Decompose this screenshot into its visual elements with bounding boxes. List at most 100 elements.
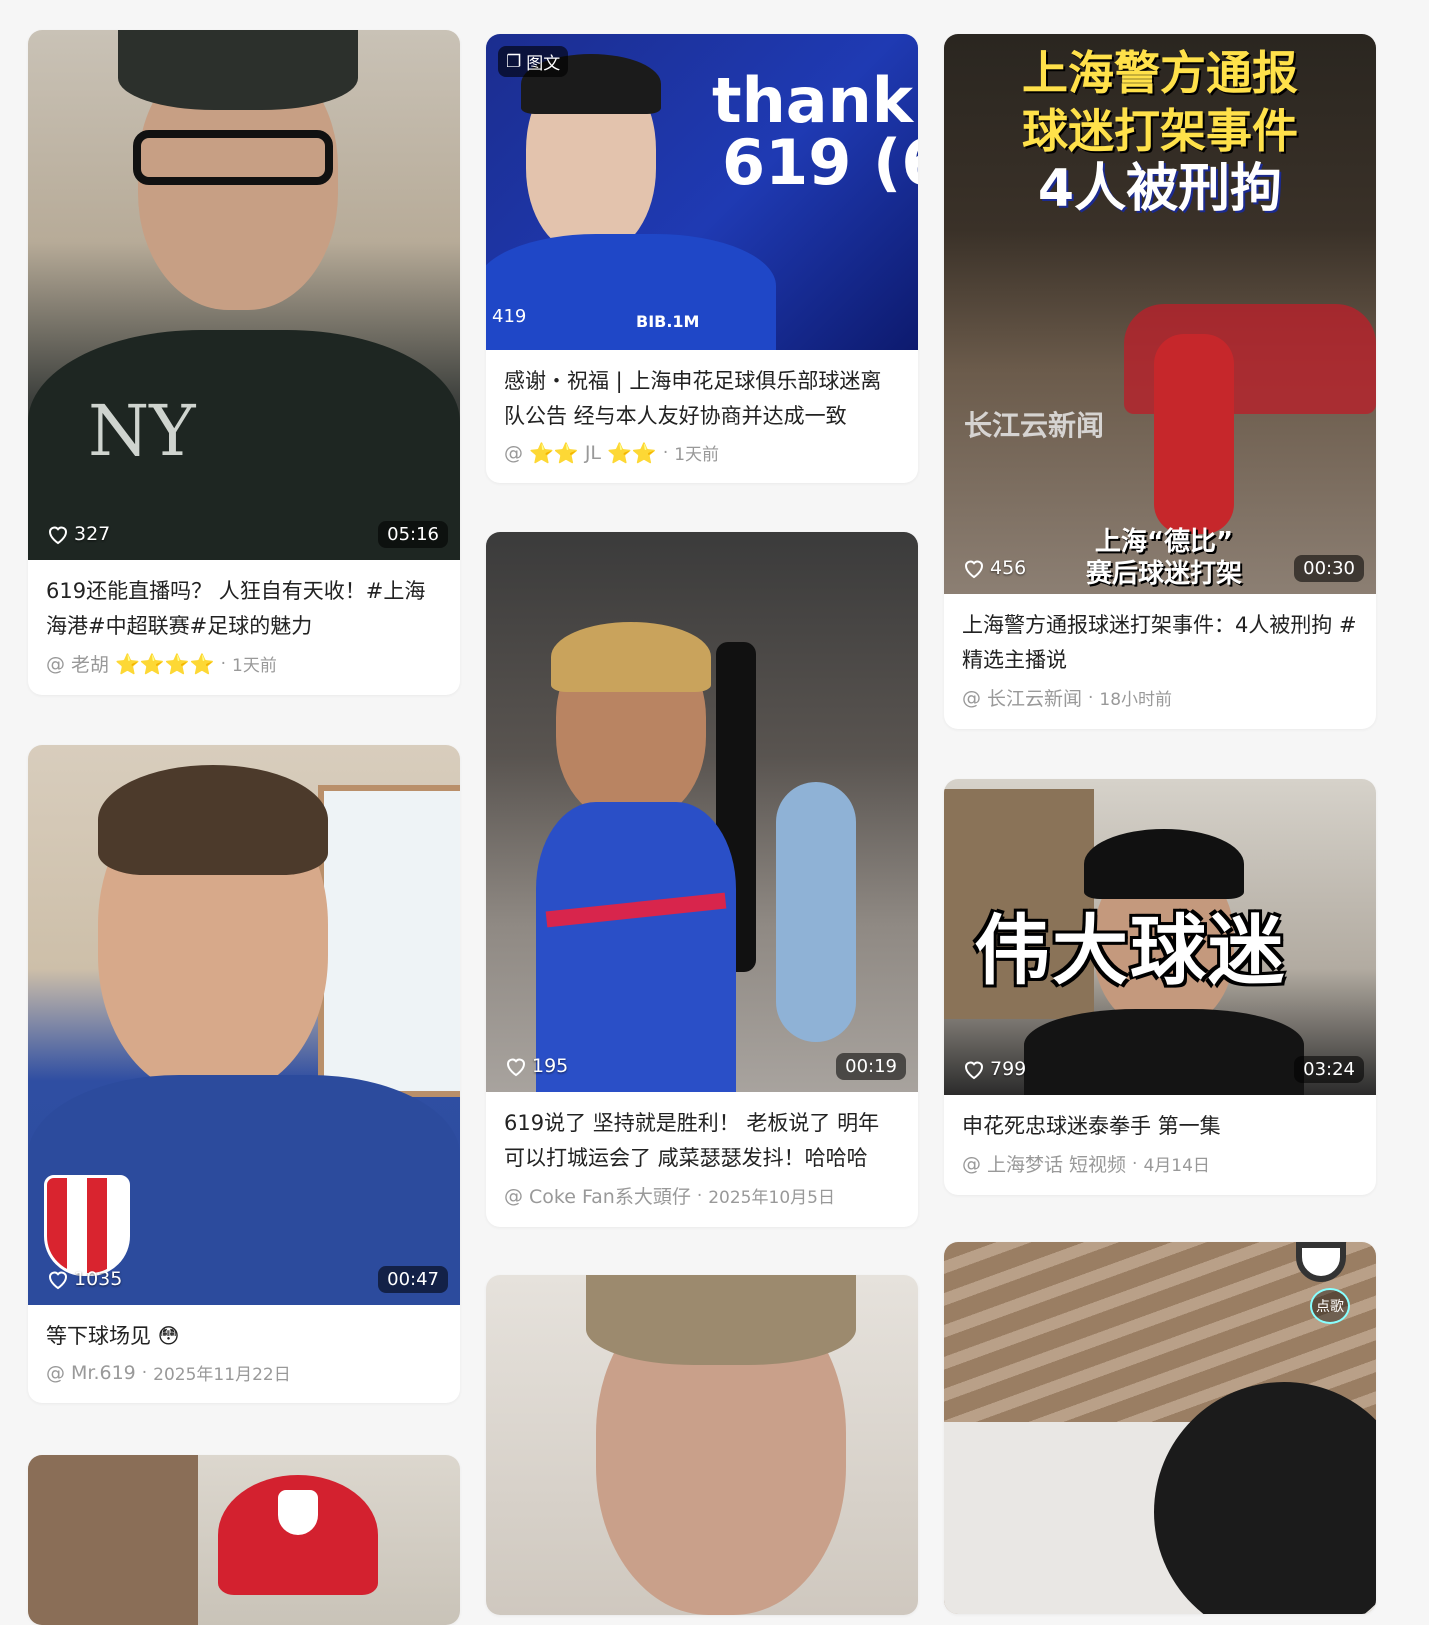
heart-icon [964,1061,984,1080]
record-button[interactable] [1296,1242,1346,1282]
like-count-text: 456 [990,557,1027,579]
club-badge: 419 [492,306,527,327]
shirt-text: BIB.1M [636,312,700,331]
person-head [1154,1382,1376,1614]
article-tag: ❐ 图文 [498,46,569,77]
video-thumbnail[interactable]: 伟大球迷 799 03:24 [944,779,1376,1095]
video-card[interactable] [28,1455,460,1625]
heart-icon [48,1271,68,1290]
hair-shape [586,1275,856,1365]
video-thumbnail[interactable]: 1035 00:47 [28,745,460,1305]
author-meta: @ Coke Fan系大頭仔 · 2025年10月5日 [504,1182,900,1209]
like-count: 195 [504,1054,568,1078]
video-card[interactable] [486,1275,918,1615]
star-emoji: ⭐⭐ [607,440,657,465]
dot-separator: · [1132,1153,1138,1174]
jacket-shape [486,234,776,350]
video-card[interactable]: 1035 00:47 等下球场见 😳 @ Mr.619 · 2025年11月22… [28,745,460,1403]
image-text-icon: ❐ [506,51,522,72]
post-time: 4月14日 [1143,1156,1210,1176]
video-thumbnail[interactable] [486,1275,918,1615]
like-count: 1035 [46,1267,122,1291]
video-card[interactable]: 点歌 [944,1242,1376,1614]
like-count: 456 [962,556,1026,580]
at-icon: @ [46,1361,65,1384]
heart-icon [506,1058,526,1077]
at-icon: @ [504,1184,523,1207]
dot-separator: · [696,1185,703,1206]
duration-badge: 00:19 [836,1053,906,1080]
like-count-text: 195 [532,1055,569,1077]
hair-shape [98,765,328,875]
at-icon: @ [504,441,523,464]
heart-icon [48,526,68,545]
ny-logo: NY [88,390,196,472]
at-icon: @ [962,686,981,709]
video-card[interactable]: 伟大球迷 799 03:24 申花死忠球迷泰拳手 第一集 @ 上海梦话 短视频 … [944,779,1376,1195]
cap-badge [278,1490,318,1535]
post-time: 2025年10月5日 [708,1188,835,1208]
video-title[interactable]: 等下球场见 😳 [46,1319,442,1354]
author-meta: @ ⭐⭐ JL ⭐⭐ · 1天前 [504,440,900,466]
video-card[interactable]: 上海警方通报 球迷打架事件 4人被刑拘 长江云新闻 上海“德比” 赛后球迷打架 … [944,34,1376,729]
duration-badge: 05:16 [378,521,448,548]
author-name[interactable]: 长江云新闻 [987,684,1082,711]
overlay-line-1: thank y [712,64,918,137]
video-card[interactable]: 195 00:19 619说了 坚持就是胜利！ 老板说了 明年可以打城运会了 咸… [486,532,918,1227]
like-count: 327 [46,522,110,546]
like-count: 799 [962,1057,1026,1081]
video-title[interactable]: 619说了 坚持就是胜利！ 老板说了 明年可以打城运会了 咸菜瑟瑟发抖！哈哈哈 [504,1106,900,1176]
video-thumbnail[interactable]: 点歌 [944,1242,1376,1614]
like-count-text: 1035 [74,1268,123,1290]
like-count-text: 799 [990,1058,1027,1080]
overlay-line-2: 619 (6- [722,126,918,199]
post-time: 1天前 [232,656,277,676]
video-card[interactable]: NY 327 05:16 619还能直播吗？ 人狂自有天收！#上海海港#中超联赛… [28,30,460,695]
heart-icon [964,560,984,579]
club-crest [44,1175,130,1276]
duration-badge: 00:47 [378,1266,448,1293]
video-thumbnail[interactable]: 195 00:19 [486,532,918,1092]
glasses-shape [133,130,333,185]
dot-separator: · [220,653,227,674]
duration-badge: 00:30 [1294,555,1364,582]
overlay-text: 伟大球迷 [974,906,1286,995]
article-title[interactable]: 感谢・祝福 | 上海申花足球俱乐部球迷离队公告 经与本人友好协商并达成一致 [504,364,900,434]
headline-text: 上海警方通报 球迷打架事件 4人被刑拘 [944,44,1376,218]
caption-line-1: 上海“德比” [1094,527,1234,557]
author-meta: @ Mr.619 · 2025年11月22日 [46,1360,442,1386]
dot-separator: · [662,442,669,463]
article-thumbnail[interactable]: thank y 619 (6- 419 BIB.1M ❐ 图文 [486,34,918,350]
video-thumbnail[interactable]: 上海警方通报 球迷打架事件 4人被刑拘 长江云新闻 上海“德比” 赛后球迷打架 … [944,34,1376,594]
author-name[interactable]: Coke Fan系大頭仔 [529,1182,691,1209]
dot-separator: · [141,1362,148,1383]
author-name[interactable]: JL [585,442,601,464]
video-title[interactable]: 619还能直播吗？ 人狂自有天收！#上海海港#中超联赛#足球的魅力 [46,574,442,644]
news-watermark: 长江云新闻 [964,409,1105,442]
author-name[interactable]: Mr.619 [71,1362,136,1384]
video-caption: 上海“德比” 赛后球迷打架 [1054,526,1274,590]
overlay-text: thank y 619 (6- [712,70,918,194]
at-icon: @ [46,652,65,675]
author-meta: @ 老胡 ⭐⭐⭐⭐ · 1天前 [46,650,442,677]
like-count-text: 327 [74,523,111,545]
headline-line-2: 球迷打架事件 [1022,104,1298,158]
at-icon: @ [962,1152,981,1175]
cap-shape [118,30,358,110]
shirt-shape [1024,1009,1304,1095]
article-card[interactable]: thank y 619 (6- 419 BIB.1M ❐ 图文 感谢・祝福 | … [486,34,918,483]
author-name[interactable]: 上海梦话 短视频 [987,1150,1126,1177]
post-time: 2025年11月22日 [153,1365,291,1385]
headline-line-1: 上海警方通报 [1022,46,1298,100]
author-meta: @ 长江云新闻 · 18小时前 [962,684,1358,711]
jersey-shape [536,802,736,1092]
video-title[interactable]: 上海警方通报球迷打架事件：4人被刑拘 #精选主播说 [962,608,1358,678]
video-thumbnail[interactable]: NY 327 05:16 [28,30,460,560]
video-thumbnail[interactable] [28,1455,460,1625]
post-time: 1天前 [674,445,720,465]
author-name[interactable]: 老胡 [71,650,109,677]
headline-line-3: 4人被刑拘 [1037,159,1283,219]
request-song-badge[interactable]: 点歌 [1310,1288,1350,1324]
video-title[interactable]: 申花死忠球迷泰拳手 第一集 [962,1109,1358,1144]
star-emoji: ⭐⭐⭐⭐ [115,651,215,676]
